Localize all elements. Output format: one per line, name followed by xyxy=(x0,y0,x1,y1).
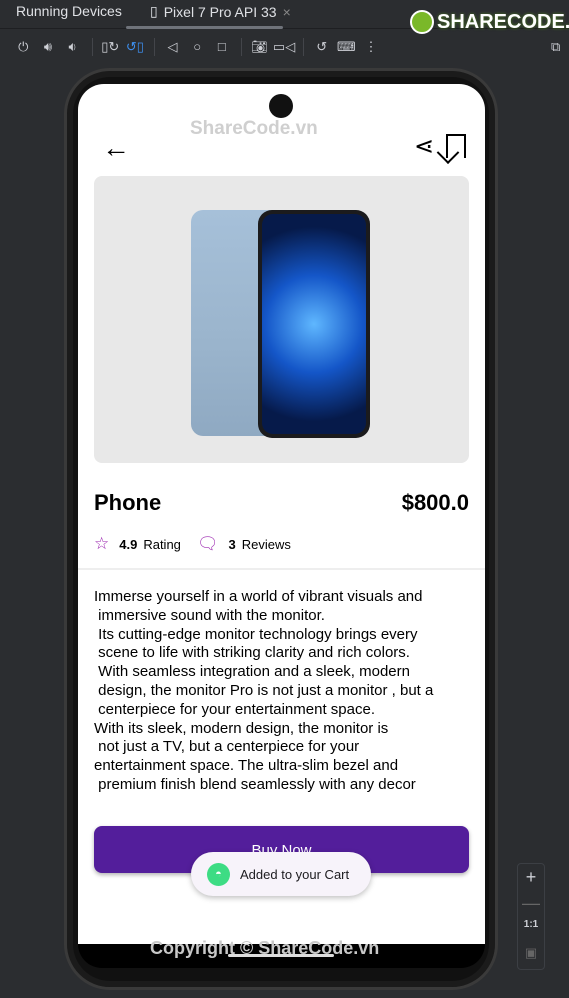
screen-record-icon[interactable]: ▭◁ xyxy=(273,35,296,59)
android-icon: ◓ xyxy=(207,862,230,886)
description-line: Its cutting-edge monitor technology brin… xyxy=(94,625,418,643)
power-icon[interactable]: ⏻ xyxy=(12,35,35,59)
toast-message: Added to your Cart xyxy=(240,866,350,882)
device-tab[interactable]: ▯ Pixel 7 Pro API 33 × xyxy=(150,3,291,20)
product-description: Immerse yourself in a world of vibrant v… xyxy=(94,588,433,795)
volume-up-icon[interactable]: 🔊︎ xyxy=(37,35,60,59)
keyboard-icon[interactable]: ⌨ xyxy=(335,35,358,59)
back-arrow-icon[interactable]: ← xyxy=(102,132,130,164)
bookmark-icon[interactable] xyxy=(446,134,466,158)
description-line: scene to life with striking clarity and … xyxy=(94,644,410,662)
copyright-watermark: Copyright © ShareCode.vn xyxy=(150,938,380,958)
reviews-label: Reviews xyxy=(241,536,291,552)
review-icon: 🗨︎ xyxy=(196,534,219,553)
description-line: immersive sound with the monitor. xyxy=(94,606,325,624)
reviews-count: 3 xyxy=(228,536,236,552)
description-line: With its sleek, modern design, the monit… xyxy=(94,719,389,737)
emulator-toolbar: ⏻ 🔊︎ 🔉︎ ▯↻ ↺▯ ◁ ○ □ 📷︎ ▭◁ ↺ ⌨ ⋮ ⧉ xyxy=(0,30,569,63)
description-line: With seamless integration and a sleek, m… xyxy=(94,663,410,681)
description-line: premium finish blend seamlessly with any… xyxy=(94,775,416,793)
app-screen: ShareCode.vn ← ⋖ Phone $800.0 ☆ 4.9 Rati… xyxy=(78,84,485,944)
home-icon[interactable]: ○ xyxy=(186,35,209,59)
reset-icon[interactable]: ↺ xyxy=(310,35,333,59)
product-price: $800.0 xyxy=(401,490,469,515)
tab-underline xyxy=(126,26,283,29)
overview-icon[interactable]: □ xyxy=(210,35,233,59)
zoom-in-button[interactable]: + xyxy=(526,867,537,887)
rotate-right-icon[interactable]: ↺▯ xyxy=(124,35,147,59)
description-line: centerpiece for your entertainment space… xyxy=(94,700,375,718)
share-icon[interactable]: ⋖ xyxy=(414,132,434,161)
tool-window-title: Running Devices xyxy=(16,3,122,19)
camera-cutout xyxy=(269,94,293,118)
description-line: design, the monitor Pro is not just a mo… xyxy=(94,681,434,699)
volume-down-icon[interactable]: 🔉︎ xyxy=(61,35,84,59)
rating-label: Rating xyxy=(143,536,181,552)
description-line: entertainment space. The ultra-slim beze… xyxy=(94,757,399,775)
product-name: Phone xyxy=(94,490,162,515)
rating-value: 4.9 xyxy=(119,536,138,552)
more-icon[interactable]: ⋮ xyxy=(360,35,383,59)
watermark: ShareCode.vn xyxy=(190,118,318,139)
product-meta: ☆ 4.9 Rating 🗨︎ 3 Reviews xyxy=(94,534,291,554)
device-icon: ▯ xyxy=(150,3,158,19)
fit-screen-icon[interactable]: ▣ xyxy=(525,945,537,965)
toast: ◓ Added to your Cart xyxy=(191,852,371,896)
zoom-controls: + — 1:1 ▣ xyxy=(517,863,545,970)
screenshot-icon[interactable]: 📷︎ xyxy=(248,35,271,59)
zoom-1to1-button[interactable]: 1:1 xyxy=(524,919,538,939)
rotate-left-icon[interactable]: ▯↻ xyxy=(99,35,122,59)
close-icon[interactable]: × xyxy=(283,4,291,20)
phone-front-image xyxy=(258,210,370,438)
back-icon[interactable]: ◁ xyxy=(161,35,184,59)
star-icon: ☆ xyxy=(94,534,110,553)
description-line: not just a TV, but a centerpiece for you… xyxy=(94,738,360,756)
device-mirror-icon[interactable]: ⧉ xyxy=(544,35,567,59)
divider xyxy=(78,568,485,570)
zoom-out-button[interactable]: — xyxy=(522,893,540,913)
product-image xyxy=(94,176,469,463)
description-line: Immerse yourself in a world of vibrant v… xyxy=(94,588,423,605)
